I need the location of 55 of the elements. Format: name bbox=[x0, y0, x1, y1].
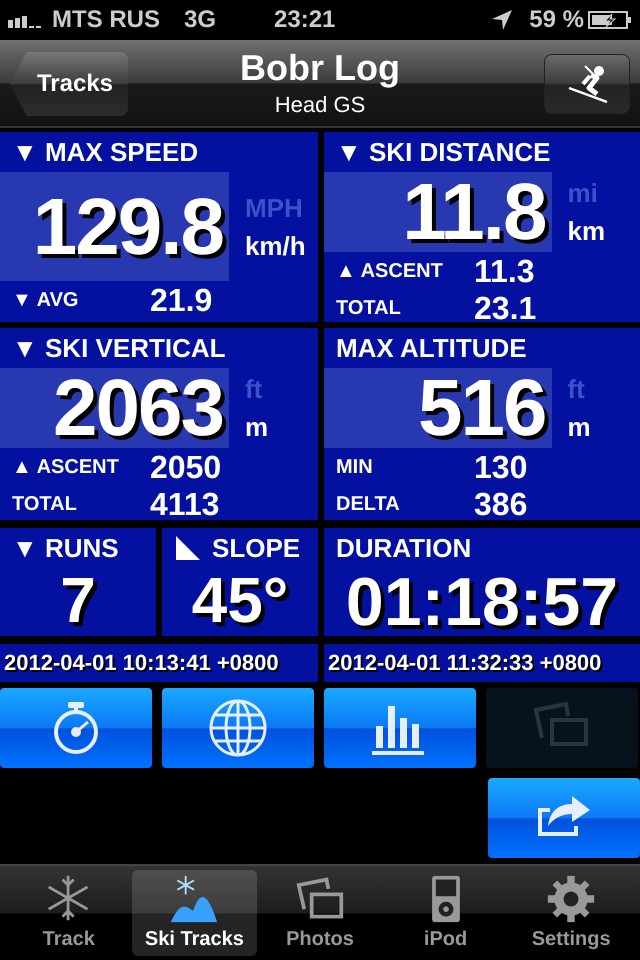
tab-item[interactable]: Settings bbox=[508, 870, 634, 956]
date-time: 2012-04-01 11:32:33 +0800 bbox=[327, 649, 602, 677]
unit-label[interactable]: km bbox=[568, 212, 606, 250]
tab-item[interactable]: iPod bbox=[382, 870, 508, 956]
clock-time: 23:21 bbox=[274, 5, 336, 35]
skier-button[interactable] bbox=[544, 54, 630, 114]
big-value: 129.8 bbox=[32, 186, 223, 266]
share-button[interactable] bbox=[488, 778, 640, 858]
panel-title: MAX ALTITUDE bbox=[335, 332, 528, 365]
battery-icon bbox=[588, 10, 632, 30]
stat-value: 21.9 bbox=[150, 280, 212, 320]
stat-label: ▲ ASCENT bbox=[335, 258, 444, 284]
big-value: 11.8 bbox=[402, 172, 546, 252]
stat-value: 386 bbox=[474, 484, 528, 524]
stat-label: TOTAL bbox=[335, 296, 402, 320]
unit-label[interactable]: m bbox=[568, 408, 591, 446]
globe-button[interactable] bbox=[162, 688, 314, 768]
stat-value: 23.1 bbox=[474, 288, 536, 328]
stat-value: 4113 bbox=[150, 484, 220, 524]
tab-item[interactable]: Track bbox=[6, 870, 132, 956]
carrier-name: MTS RUS bbox=[52, 5, 160, 35]
panel-title: DURATION bbox=[336, 534, 472, 562]
date-time: 2012-04-01 10:13:41 +0800 bbox=[3, 649, 279, 677]
stat-label: TOTAL bbox=[11, 492, 78, 516]
globe-icon bbox=[208, 698, 268, 758]
stat-label: MIN bbox=[335, 454, 374, 480]
battery-percent: 59 % bbox=[529, 5, 584, 35]
panel-title: ▼ RUNS bbox=[12, 534, 119, 562]
big-value: 7 bbox=[60, 568, 96, 632]
location-icon bbox=[491, 9, 514, 31]
back-button[interactable]: Tracks bbox=[10, 52, 128, 116]
big-value: 01:18:57 bbox=[346, 568, 618, 636]
unit-label[interactable]: m bbox=[244, 408, 268, 446]
slope-icon bbox=[174, 534, 202, 562]
tab-item[interactable]: Photos bbox=[257, 870, 383, 956]
stat-label: DELTA bbox=[335, 492, 401, 516]
nav-subtitle: Head GS bbox=[274, 91, 366, 119]
big-value: 2063 bbox=[52, 368, 223, 448]
stat-value: 2050 bbox=[150, 448, 222, 486]
stat-label: ▼ AVG bbox=[11, 288, 80, 312]
panel-title: ▼ MAX SPEED bbox=[11, 136, 200, 169]
network-type: 3G bbox=[184, 5, 216, 35]
panel-title: SLOPE bbox=[212, 534, 300, 562]
nav-title: Bobr Log bbox=[240, 48, 400, 88]
unit-label[interactable]: km/h bbox=[244, 226, 306, 264]
tab-item[interactable]: Ski Tracks bbox=[132, 870, 258, 956]
stopwatch-button[interactable] bbox=[0, 688, 152, 768]
stat-value: 11.3 bbox=[474, 252, 535, 290]
big-value: 516 bbox=[418, 368, 546, 448]
stat-value: 130 bbox=[474, 448, 528, 486]
panel-title: ▼ SKI VERTICAL bbox=[11, 332, 227, 365]
chart-button[interactable] bbox=[324, 688, 476, 768]
big-value: 45° bbox=[192, 568, 288, 632]
stat-label: ▲ ASCENT bbox=[11, 454, 120, 480]
panel-title: ▼ SKI DISTANCE bbox=[335, 136, 552, 169]
